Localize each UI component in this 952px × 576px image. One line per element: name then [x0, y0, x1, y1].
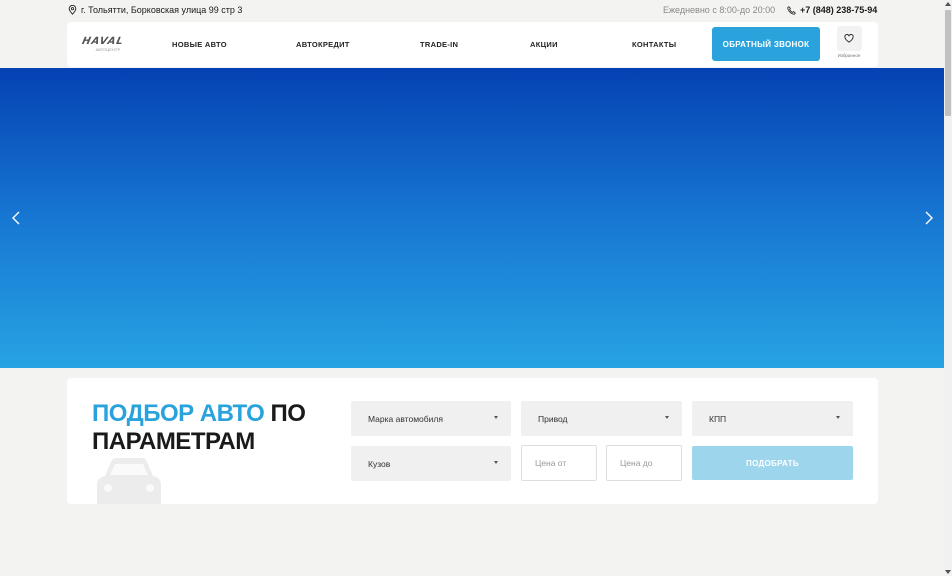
callback-button[interactable]: ОБРАТНЫЙ ЗВОНОК	[712, 27, 820, 61]
nav-trade-in[interactable]: TRADE-IN	[420, 40, 458, 49]
filter-title: ПОДБОР АВТО ПО ПАРАМЕТРАМ	[92, 400, 322, 456]
phone-icon	[787, 5, 796, 15]
car-filter-panel: ПОДБОР АВТО ПО ПАРАМЕТРАМ Марка автомоби…	[67, 378, 878, 504]
slider-prev-button[interactable]	[10, 210, 22, 226]
working-hours: Ежедневно с 8:00-до 20:00	[663, 5, 776, 15]
nav-car-credit[interactable]: АВТОКРЕДИТ	[296, 40, 350, 49]
body-select[interactable]: Кузов	[351, 446, 511, 481]
phone-number[interactable]: +7 (848) 238-75-94	[800, 5, 877, 15]
nav-promotions[interactable]: АКЦИИ	[530, 40, 558, 49]
favorites[interactable]: Избранное	[834, 26, 864, 58]
logo-wordmark: HAVAL	[80, 36, 125, 47]
caret-down-icon	[665, 416, 669, 419]
caret-down-icon	[494, 461, 498, 464]
gearbox-select-value: КПП	[709, 413, 727, 424]
filter-title-accent: ПОДБОР АВТО	[92, 400, 265, 427]
scroll-down-icon[interactable]	[945, 570, 951, 574]
price-to-input[interactable]	[606, 445, 682, 481]
scrollbar-thumb[interactable]	[945, 10, 951, 116]
brand-select-value: Марка автомобиля	[368, 413, 443, 424]
heart-icon	[844, 34, 854, 43]
scroll-up-icon[interactable]	[945, 2, 951, 6]
top-info-bar: г. Тольятти, Борковская улица 99 стр 3 Е…	[0, 0, 944, 22]
address: г. Тольятти, Борковская улица 99 стр 3	[68, 5, 242, 15]
page-scrollbar[interactable]	[944, 0, 952, 576]
drive-select-value: Привод	[538, 413, 568, 424]
phone-link[interactable]: +7 (848) 238-75-94	[787, 5, 877, 15]
nav-contacts[interactable]: КОНТАКТЫ	[632, 40, 676, 49]
filter-submit-button[interactable]: ПОДОБРАТЬ	[692, 446, 853, 480]
location-pin-icon	[68, 5, 77, 15]
body-select-value: Кузов	[368, 458, 391, 469]
gearbox-select[interactable]: КПП	[692, 401, 853, 436]
haval-logo[interactable]: HAVAL АВТОЦЕНТР	[80, 36, 134, 53]
chevron-right-icon	[925, 211, 933, 225]
favorites-button[interactable]	[836, 26, 862, 51]
slider-next-button[interactable]	[923, 210, 935, 226]
logo-subtitle: АВТОЦЕНТР	[95, 48, 121, 52]
caret-down-icon	[494, 416, 498, 419]
brand-select[interactable]: Марка автомобиля	[351, 401, 511, 436]
nav-new-cars[interactable]: НОВЫЕ АВТО	[172, 40, 227, 49]
chevron-left-icon	[12, 211, 20, 225]
car-icon	[97, 458, 161, 504]
site-header: HAVAL АВТОЦЕНТР НОВЫЕ АВТО АВТОКРЕДИТ TR…	[67, 22, 878, 67]
favorites-label: Избранное	[837, 53, 861, 58]
drive-select[interactable]: Привод	[521, 401, 682, 436]
caret-down-icon	[836, 416, 840, 419]
hero-slider	[0, 68, 944, 368]
address-text: г. Тольятти, Борковская улица 99 стр 3	[81, 5, 243, 15]
price-from-input[interactable]	[521, 445, 597, 481]
